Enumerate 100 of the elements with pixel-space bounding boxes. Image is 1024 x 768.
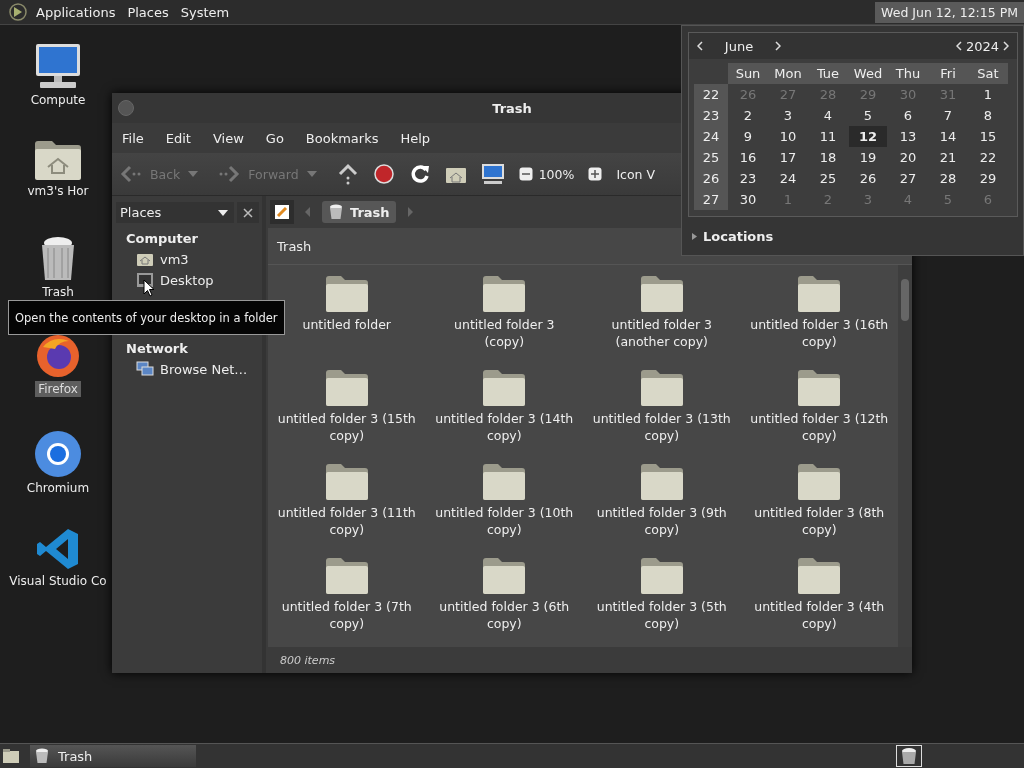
- weekday-label: Mon: [768, 63, 808, 84]
- calendar-day[interactable]: 20: [889, 147, 927, 168]
- calendar-day[interactable]: 12: [849, 126, 887, 147]
- calendar-day[interactable]: 29: [969, 168, 1007, 189]
- calendar-day[interactable]: 28: [929, 168, 967, 189]
- view-selector[interactable]: Icon V: [616, 166, 656, 182]
- menu-item[interactable]: File: [122, 130, 144, 146]
- folder-name[interactable]: untitled folder 3 (9th copy): [591, 504, 732, 538]
- folder-name[interactable]: untitled folder 3 (7th copy): [276, 598, 417, 632]
- scrollbar[interactable]: [898, 265, 912, 647]
- calendar-day[interactable]: 7: [929, 105, 967, 126]
- folder-name[interactable]: untitled folder 3 (8th copy): [749, 504, 890, 538]
- calendar-day[interactable]: 23: [729, 168, 767, 189]
- chromium-icon[interactable]: [34, 430, 82, 478]
- weekday-label: Wed: [848, 63, 888, 84]
- zoom-in-button[interactable]: [588, 167, 603, 181]
- menu-item[interactable]: Edit: [165, 130, 191, 146]
- computer-icon[interactable]: [34, 42, 82, 90]
- folder-name[interactable]: untitled folder 3 (copy): [434, 316, 575, 350]
- folder-icon: [324, 463, 369, 501]
- desktop-icon-label[interactable]: Compute: [27, 92, 89, 108]
- folder-icon: [324, 369, 369, 407]
- trash-can-icon: [328, 204, 344, 220]
- desktop-icon-label[interactable]: Chromium: [23, 480, 93, 496]
- edit-location-button[interactable]: [270, 200, 294, 224]
- folder-name[interactable]: untitled folder 3 (12th copy): [749, 410, 890, 444]
- desktop-icon-label[interactable]: Visual Studio Co: [6, 573, 110, 589]
- weekday-label: Tue: [808, 63, 848, 84]
- path-button[interactable]: Trash: [322, 201, 396, 223]
- calendar-day[interactable]: 13: [889, 126, 927, 147]
- computer-button[interactable]: [480, 163, 505, 185]
- desktop-icon-label[interactable]: Trash: [39, 284, 77, 300]
- folder-name[interactable]: untitled folder 3 (16th copy): [749, 316, 890, 350]
- calendar-day[interactable]: 21: [929, 147, 967, 168]
- zoom-out-button[interactable]: [518, 167, 533, 181]
- trash-applet-button[interactable]: [896, 745, 922, 767]
- home-folder-icon[interactable]: [34, 139, 82, 181]
- menu-item[interactable]: View: [212, 130, 244, 146]
- calendar-day[interactable]: 6: [889, 105, 927, 126]
- calendar-day[interactable]: 15: [969, 126, 1007, 147]
- calendar-day[interactable]: 16: [729, 147, 767, 168]
- calendar-day[interactable]: 10: [769, 126, 807, 147]
- calendar-day[interactable]: 14: [929, 126, 967, 147]
- calendar-day[interactable]: 11: [809, 126, 847, 147]
- sidebar-item[interactable]: vm3: [126, 249, 262, 270]
- calendar-day[interactable]: 24: [769, 168, 807, 189]
- folder-icon: [482, 275, 527, 313]
- close-sidebar-button[interactable]: [237, 202, 259, 223]
- week-number: 24: [694, 126, 728, 147]
- desktop-icon-label[interactable]: vm3's Hor: [24, 183, 92, 199]
- calendar-day[interactable]: 18: [809, 147, 847, 168]
- calendar-day[interactable]: 27: [889, 168, 927, 189]
- mouse-pointer-icon: [143, 279, 155, 297]
- desktop-icon-label[interactable]: Firefox: [35, 381, 81, 397]
- folder-name[interactable]: untitled folder 3 (another copy): [591, 316, 732, 350]
- calendar-day[interactable]: 5: [849, 105, 887, 126]
- calendar-day[interactable]: 22: [969, 147, 1007, 168]
- stop-button[interactable]: [372, 163, 395, 185]
- code-editor-icon[interactable]: [36, 527, 80, 571]
- folder-icon: [639, 369, 684, 407]
- folder-icon: [639, 463, 684, 501]
- taskbar-button[interactable]: Trash: [30, 745, 196, 767]
- up-arrow-button[interactable]: [336, 163, 359, 185]
- logo-icon: [8, 2, 28, 22]
- calendar-day[interactable]: 1: [969, 84, 1007, 105]
- browser-icon[interactable]: [35, 333, 81, 379]
- calendar-day[interactable]: 9: [729, 126, 767, 147]
- folder-name[interactable]: untitled folder 3 (5th copy): [591, 598, 732, 632]
- calendar-day[interactable]: 8: [969, 105, 1007, 126]
- close-icon: [243, 207, 253, 218]
- folder-name[interactable]: untitled folder 3 (14th copy): [434, 410, 575, 444]
- folder-name[interactable]: untitled folder 3 (13th copy): [591, 410, 732, 444]
- calendar-day[interactable]: 19: [849, 147, 887, 168]
- folder-name[interactable]: untitled folder 3 (6th copy): [434, 598, 575, 632]
- network-icon: [136, 361, 154, 377]
- calendar-day[interactable]: 26: [849, 168, 887, 189]
- calendar-day[interactable]: 17: [769, 147, 807, 168]
- panel-menu[interactable]: System: [180, 4, 230, 20]
- folder-name[interactable]: untitled folder 3 (15th copy): [276, 410, 417, 444]
- sidebar-item[interactable]: Browse Net…: [126, 359, 262, 380]
- week-number: 23: [694, 105, 728, 126]
- locations-expander[interactable]: Locations: [688, 217, 1018, 256]
- folder-name[interactable]: untitled folder 3 (4th copy): [749, 598, 890, 632]
- calendar-day[interactable]: 30: [729, 189, 767, 210]
- menu-item[interactable]: Go: [265, 130, 284, 146]
- folder-name[interactable]: untitled folder 3 (10th copy): [434, 504, 575, 538]
- clock[interactable]: Wed Jun 12, 12:15 PM: [875, 1, 1024, 23]
- folder-name[interactable]: untitled folder: [302, 316, 391, 333]
- folder-name[interactable]: untitled folder 3 (11th copy): [276, 504, 417, 538]
- panel-menu[interactable]: Applications: [36, 4, 116, 20]
- folder-icon: [482, 463, 527, 501]
- calendar-day[interactable]: 3: [769, 105, 807, 126]
- menu-item[interactable]: Help: [400, 130, 431, 146]
- calendar-day[interactable]: 4: [809, 105, 847, 126]
- calendar-day[interactable]: 25: [809, 168, 847, 189]
- places-dropdown[interactable]: Places: [116, 202, 234, 223]
- calendar-day[interactable]: 2: [729, 105, 767, 126]
- show-desktop-button[interactable]: [2, 748, 20, 764]
- menu-item[interactable]: Bookmarks: [305, 130, 379, 146]
- panel-menu[interactable]: Places: [127, 4, 169, 20]
